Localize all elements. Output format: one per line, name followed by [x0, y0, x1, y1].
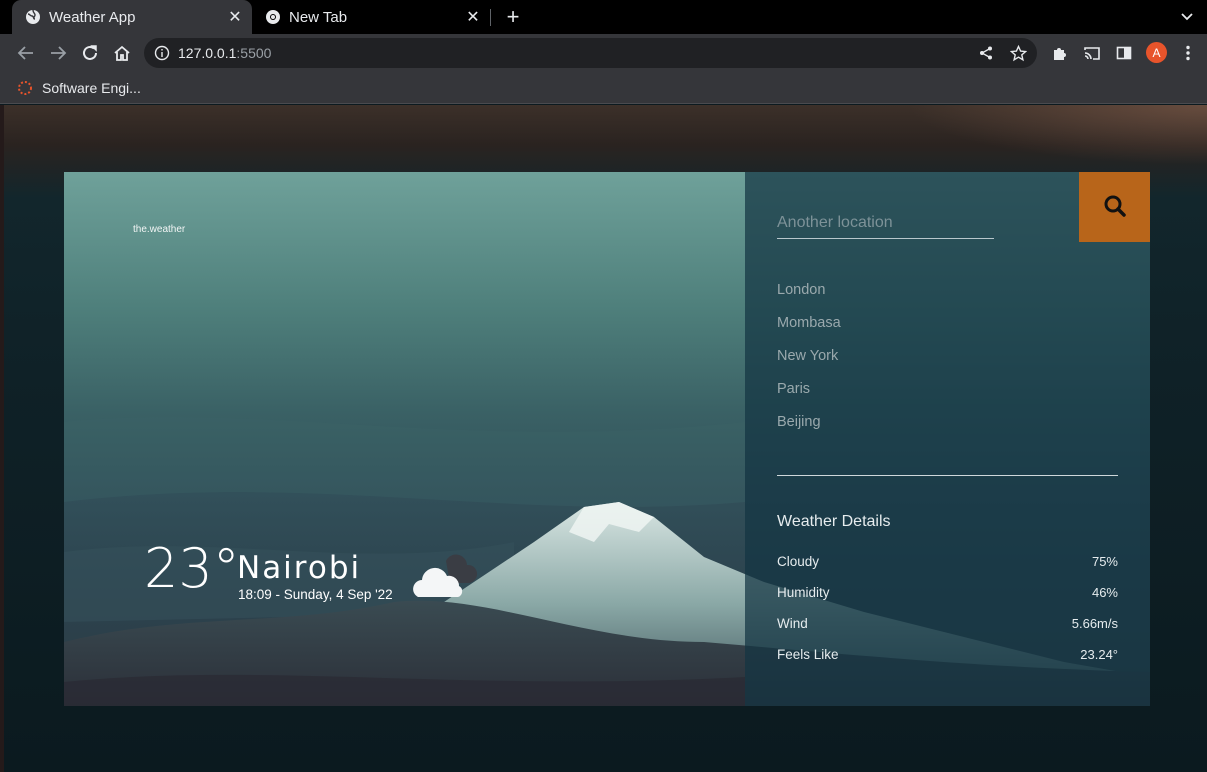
date-time: 18:09 - Sunday, 4 Sep '22 — [238, 587, 393, 602]
detail-value-cloudy: 75% — [1091, 554, 1118, 569]
brand-logo: the.weather — [133, 224, 186, 235]
location-item-paris[interactable]: Paris — [777, 381, 810, 397]
url-text: 127.0.0.1:5500 — [178, 45, 271, 61]
search-button[interactable] — [1079, 172, 1150, 242]
detail-value-feels-like: 23.24° — [1080, 647, 1118, 662]
extensions-puzzle-icon[interactable] — [1046, 39, 1074, 67]
bookmark-star-icon[interactable] — [1008, 43, 1028, 63]
close-icon[interactable]: ✕ — [462, 6, 484, 28]
cloud-icon — [406, 549, 486, 605]
url-port: :5500 — [236, 45, 272, 61]
browser-toolbar: 127.0.0.1:5500 A — [0, 34, 1207, 72]
bookmark-item[interactable]: Software Engi... — [16, 76, 141, 100]
detail-label-cloudy: Cloudy — [777, 554, 820, 569]
detail-value-humidity: 46% — [1091, 585, 1118, 600]
back-arrow-icon[interactable] — [12, 39, 40, 67]
location-item-london[interactable]: London — [777, 282, 825, 298]
close-icon[interactable]: ✕ — [224, 6, 246, 28]
profile-avatar[interactable]: A — [1146, 42, 1167, 63]
current-temperature: 23° — [144, 537, 240, 600]
side-panel-icon[interactable] — [1110, 39, 1138, 67]
tab-label: New Tab — [289, 8, 348, 26]
tab-label: Weather App — [49, 8, 136, 26]
location-item-new-york[interactable]: New York — [777, 348, 838, 364]
weather-details-title: Weather Details — [777, 513, 891, 530]
globe-icon — [25, 9, 41, 25]
divider — [777, 475, 1118, 476]
more-menu-icon[interactable] — [1174, 39, 1202, 67]
detail-label-humidity: Humidity — [777, 585, 830, 600]
tab-search-chevron-icon[interactable] — [1176, 6, 1198, 28]
cast-icon[interactable] — [1078, 39, 1106, 67]
detail-value-wind: 5.66m/s — [1071, 616, 1118, 631]
tab-weather-app[interactable]: Weather App ✕ — [12, 0, 252, 34]
new-tab-plus-icon[interactable]: + — [501, 4, 525, 29]
forward-arrow-icon[interactable] — [44, 39, 72, 67]
url-host: 127.0.0.1 — [178, 45, 237, 61]
bookmarks-bar: Software Engi... — [0, 72, 1207, 104]
home-icon[interactable] — [108, 39, 136, 67]
location-item-mombasa[interactable]: Mombasa — [777, 315, 841, 331]
loading-spinner-icon — [16, 79, 34, 97]
reload-icon[interactable] — [76, 39, 104, 67]
address-bar[interactable]: 127.0.0.1:5500 — [144, 38, 1037, 68]
tab-separator — [490, 9, 491, 26]
location-search-input[interactable] — [777, 208, 994, 239]
chrome-icon — [265, 9, 281, 25]
tab-new-tab[interactable]: New Tab ✕ — [252, 0, 490, 34]
detail-label-wind: Wind — [777, 616, 808, 631]
share-icon[interactable] — [976, 43, 996, 63]
tab-strip: Weather App ✕ New Tab ✕ + — [0, 0, 1207, 34]
sidebar-panel: London Mombasa New York Paris Beijing We… — [745, 172, 1150, 706]
weather-card: the.weather 23° Nairobi 18:09 - Sunday, … — [64, 172, 1150, 706]
city-name: Nairobi — [237, 550, 362, 586]
search-icon — [1103, 194, 1127, 221]
bookmark-label: Software Engi... — [42, 80, 141, 96]
site-info-icon[interactable] — [152, 43, 172, 63]
detail-label-feels-like: Feels Like — [777, 647, 839, 662]
location-item-beijing[interactable]: Beijing — [777, 414, 821, 430]
page-background: the.weather 23° Nairobi 18:09 - Sunday, … — [0, 105, 1207, 772]
